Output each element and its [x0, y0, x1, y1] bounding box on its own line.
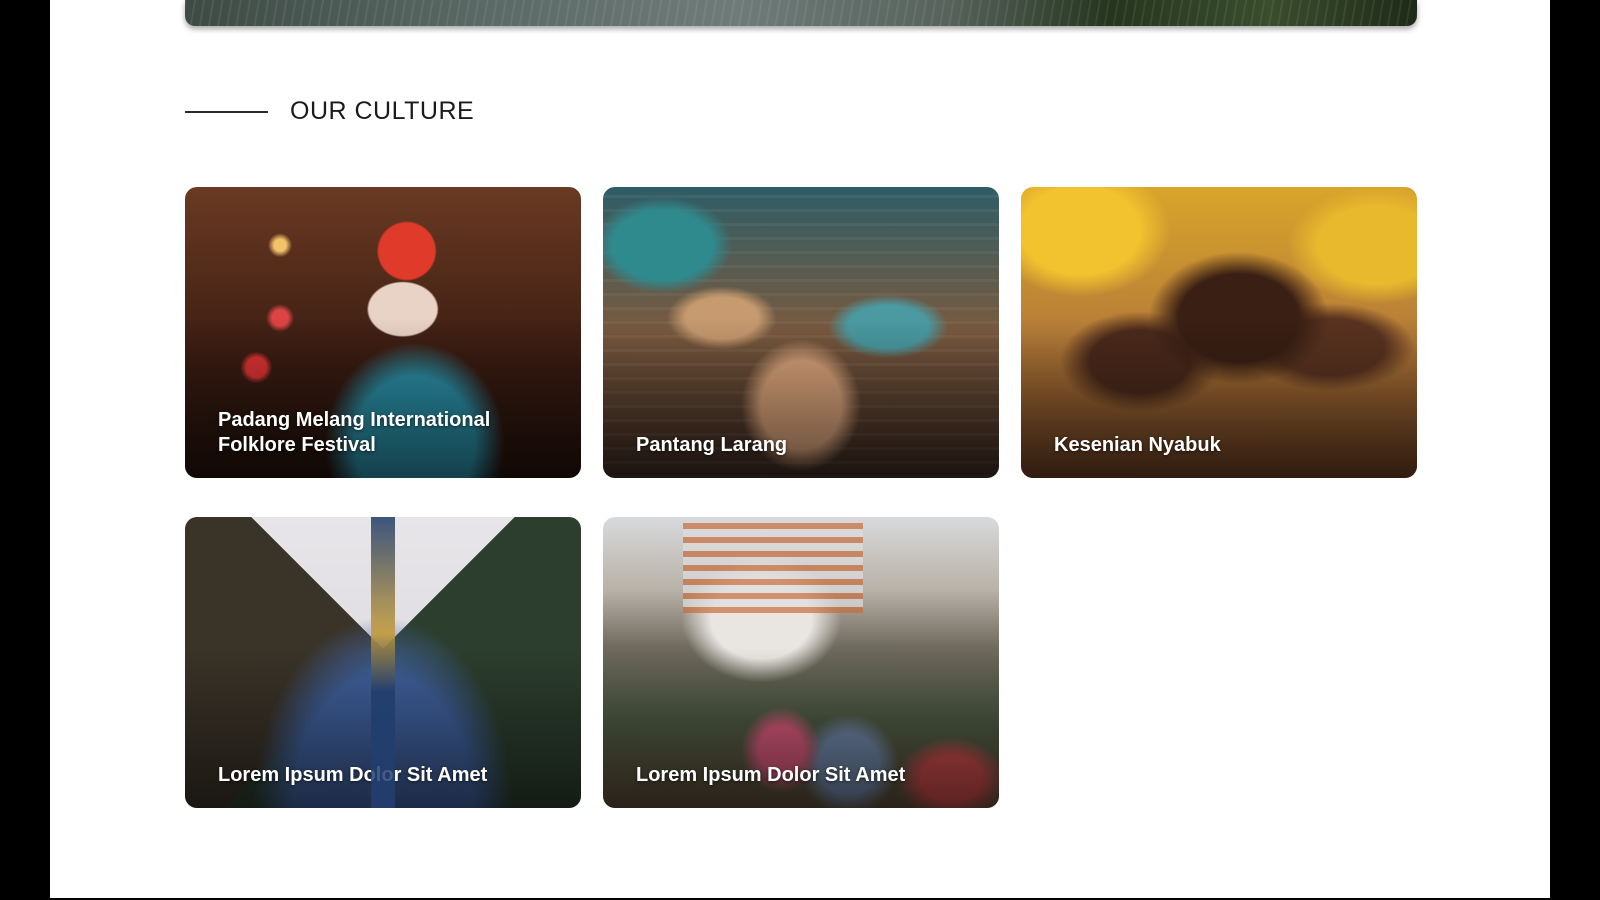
- culture-card-folklore-festival[interactable]: Padang Melang International Folklore Fes…: [185, 187, 581, 478]
- culture-card-market[interactable]: Lorem Ipsum Dolor Sit Amet: [603, 517, 999, 808]
- culture-card-pantang-larang[interactable]: Pantang Larang: [603, 187, 999, 478]
- card-title: Lorem Ipsum Dolor Sit Amet: [636, 764, 906, 786]
- card-title: Pantang Larang: [636, 434, 788, 456]
- culture-card-kesenian-nyabuk[interactable]: Kesenian Nyabuk: [1021, 187, 1417, 478]
- hero-image-bottom-edge: [185, 0, 1417, 26]
- culture-card-temple-roof[interactable]: Lorem Ipsum Dolor Sit Amet: [185, 517, 581, 808]
- card-title: Padang Melang International Folklore Fes…: [218, 409, 491, 456]
- section-header-rule: [185, 110, 268, 113]
- section-title: OUR CULTURE: [290, 97, 475, 125]
- card-title: Kesenian Nyabuk: [1054, 434, 1221, 456]
- section-header: OUR CULTURE: [185, 97, 474, 126]
- page-content: OUR CULTURE Padang Melang International …: [50, 0, 1550, 898]
- card-title: Lorem Ipsum Dolor Sit Amet: [218, 764, 488, 786]
